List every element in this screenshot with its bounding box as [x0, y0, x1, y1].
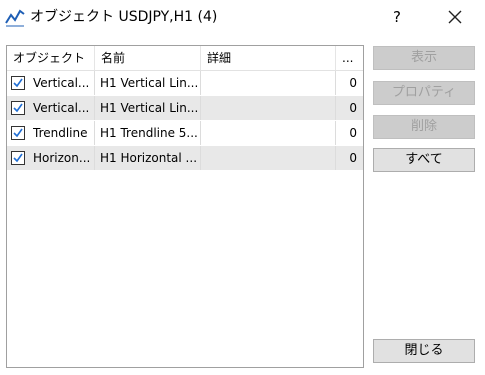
object-detail: [201, 146, 336, 170]
object-type: Vertical...: [33, 76, 90, 90]
help-button[interactable]: ?: [382, 4, 412, 30]
object-cell: Trendline: [7, 121, 95, 145]
select-all-button[interactable]: すべて: [373, 148, 475, 172]
object-detail: [201, 96, 336, 120]
title-bar: オブジェクト USDJPY,H1 (4) ?: [0, 0, 485, 34]
object-type: Vertical...: [33, 101, 90, 115]
table-row[interactable]: Vertical... H1 Vertical Lin... 0: [7, 96, 363, 120]
show-button[interactable]: 表示: [373, 46, 475, 70]
object-name: H1 Horizontal ...: [95, 146, 201, 170]
object-type: Trendline: [33, 126, 88, 140]
object-detail: [201, 121, 336, 145]
close-window-button[interactable]: [440, 4, 470, 30]
close-icon: [440, 10, 470, 34]
object-count: 0: [349, 101, 357, 115]
object-name: H1 Vertical Lin...: [95, 71, 201, 95]
object-cell: Horizon...: [7, 146, 95, 170]
chart-line-icon: [4, 6, 26, 28]
table-row[interactable]: Vertical... H1 Vertical Lin... 0: [7, 71, 363, 95]
object-detail: [201, 71, 336, 95]
object-count: 0: [349, 126, 357, 140]
row-checkbox[interactable]: [11, 101, 25, 115]
object-type: Horizon...: [33, 151, 91, 165]
column-header-more[interactable]: ...: [336, 46, 363, 70]
window-title: オブジェクト USDJPY,H1 (4): [30, 9, 218, 25]
column-header-object[interactable]: オブジェクト: [7, 46, 95, 70]
object-name: H1 Vertical Lin...: [95, 96, 201, 120]
object-cell: Vertical...: [7, 96, 95, 120]
table-row[interactable]: Trendline H1 Trendline 5... 0: [7, 121, 363, 145]
row-checkbox[interactable]: [11, 126, 25, 140]
row-checkbox[interactable]: [11, 151, 25, 165]
object-name: H1 Trendline 5...: [95, 121, 201, 145]
delete-button[interactable]: 削除: [373, 115, 475, 139]
list-header: オブジェクト 名前 詳細 ...: [7, 46, 363, 71]
row-checkbox[interactable]: [11, 76, 25, 90]
column-header-detail[interactable]: 詳細: [201, 46, 336, 70]
close-button[interactable]: 閉じる: [373, 339, 475, 363]
object-count: 0: [349, 76, 357, 90]
column-header-name[interactable]: 名前: [95, 46, 201, 70]
object-cell: Vertical...: [7, 71, 95, 95]
object-count: 0: [349, 151, 357, 165]
table-row[interactable]: Horizon... H1 Horizontal ... 0: [7, 146, 363, 170]
properties-button[interactable]: プロパティ: [373, 81, 475, 105]
objects-list[interactable]: オブジェクト 名前 詳細 ... Vertical... H1 Vertical…: [6, 45, 364, 368]
